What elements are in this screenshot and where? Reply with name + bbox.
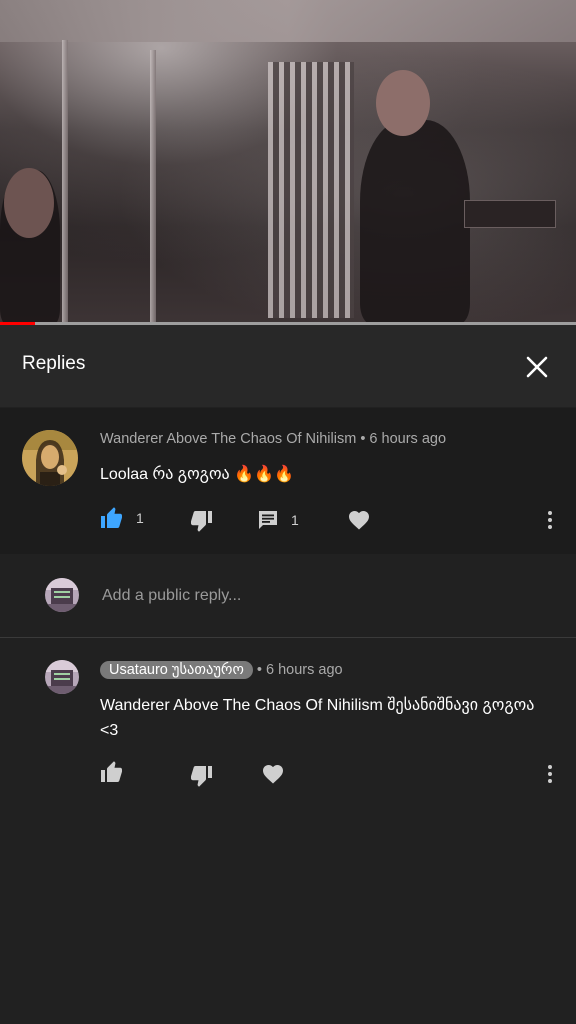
close-button[interactable]: [522, 352, 552, 382]
reply-author-avatar[interactable]: [45, 660, 79, 694]
like-count: 1: [136, 510, 144, 526]
replies-title: Replies: [22, 353, 86, 374]
more-options-button[interactable]: [547, 511, 553, 533]
like-button[interactable]: 1: [100, 507, 144, 529]
guitarist-figure: [360, 120, 470, 324]
parent-comment: Wanderer Above The Chaos Of Nihilism • 6…: [0, 408, 576, 554]
thumbs-down-icon: [191, 511, 212, 532]
amplifier: [464, 200, 556, 228]
comment-author[interactable]: Wanderer Above The Chaos Of Nihilism: [100, 431, 356, 447]
reply-time: 6 hours ago: [266, 662, 343, 678]
reply-like-button[interactable]: [100, 761, 124, 783]
more-vert-icon: [547, 765, 553, 783]
stage-pole: [150, 50, 156, 324]
comment-time: 6 hours ago: [369, 431, 447, 447]
divider: [0, 637, 576, 638]
comment-meta: Wanderer Above The Chaos Of Nihilism • 6…: [100, 431, 446, 447]
reply-box: [0, 554, 576, 638]
drummer-head: [4, 168, 54, 238]
comment-text: Loolaa რა გოგოა 🔥🔥🔥: [100, 466, 294, 483]
reply-meta: Usatauro უსათაურო • 6 hours ago: [100, 661, 343, 679]
guitarist-head: [376, 70, 430, 136]
reply-heart-button[interactable]: [262, 764, 284, 784]
reply-more-options-button[interactable]: [547, 765, 553, 787]
meta-separator: •: [256, 662, 262, 678]
reply-count-button[interactable]: 1: [257, 509, 299, 531]
avatar-image: [45, 578, 79, 612]
thumbs-down-icon: [191, 766, 212, 787]
thumbs-up-icon: [101, 507, 122, 528]
more-vert-icon: [547, 511, 553, 529]
heart-icon: [263, 765, 283, 784]
close-icon: [526, 356, 548, 378]
heart-button[interactable]: [348, 510, 370, 530]
reply-input[interactable]: [100, 582, 544, 610]
reply-count: 1: [291, 512, 299, 528]
heart-icon: [349, 511, 369, 530]
avatar-image: [45, 660, 79, 694]
current-user-avatar: [45, 578, 79, 612]
avatar-image: [22, 430, 78, 486]
video-frame-top: [0, 0, 576, 42]
stage-pole: [62, 40, 68, 324]
dislike-button[interactable]: [189, 510, 213, 532]
replies-header: Replies: [0, 325, 576, 407]
meta-separator: •: [360, 431, 366, 447]
video-player[interactable]: [0, 0, 576, 324]
stage-light-panel: [268, 62, 354, 318]
thumbs-up-icon: [101, 761, 122, 782]
comment-icon: [259, 511, 277, 529]
author-avatar[interactable]: [22, 430, 78, 486]
reply-text: Wanderer Above The Chaos Of Nihilism შეს…: [100, 697, 535, 739]
reply-author-chip[interactable]: Usatauro უსათაურო: [100, 661, 253, 679]
reply-dislike-button[interactable]: [189, 765, 213, 787]
